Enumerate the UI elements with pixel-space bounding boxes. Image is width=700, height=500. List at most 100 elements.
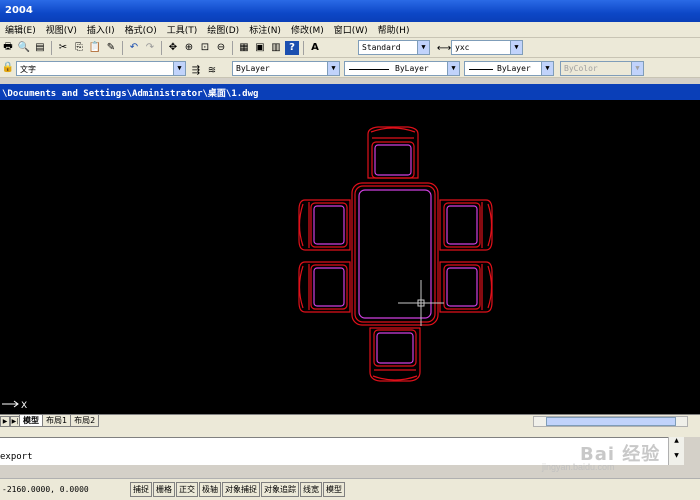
tab-model[interactable]: 模型 (19, 415, 43, 427)
scroll-up-icon[interactable]: ▲ (669, 437, 684, 444)
cut-icon[interactable]: ✂ (56, 41, 70, 55)
chevron-down-icon[interactable]: ▼ (417, 41, 429, 54)
chevron-down-icon[interactable]: ▼ (541, 62, 553, 75)
dim-style-value: yxc (455, 43, 470, 52)
coordinate-readout: -2160.0000, 0.0000 (2, 485, 89, 494)
make-current-layer-icon[interactable]: ⇶ (189, 63, 203, 77)
tab-prev-icon[interactable]: ▶ (0, 415, 10, 427)
text-style-select[interactable]: Standard ▼ (358, 40, 430, 55)
toolbar-separator (122, 40, 123, 55)
drawing-canvas[interactable]: X (0, 100, 700, 414)
match-properties-icon[interactable]: ✎ (104, 41, 118, 55)
lineweight-toggle[interactable]: 线宽 (300, 482, 322, 497)
command-window-header (0, 427, 700, 437)
ucs-icon (2, 400, 19, 408)
otrack-toggle[interactable]: 对象追踪 (261, 482, 299, 497)
toolbar-separator (303, 40, 304, 55)
toolbar-separator (232, 40, 233, 55)
plot-style-select: ByColor ▼ (560, 61, 644, 76)
menu-insert[interactable]: 插入(I) (82, 23, 120, 36)
chevron-down-icon: ▼ (631, 62, 643, 75)
tab-layout2[interactable]: 布局2 (70, 415, 100, 427)
chair-bottom (369, 327, 421, 382)
zoom-previous-icon[interactable]: ⊖ (214, 41, 228, 55)
table-outline (351, 182, 439, 326)
chair-left-lower (298, 261, 351, 313)
plot-style-value: ByColor (564, 64, 598, 73)
dim-style-icon[interactable]: ⟷ (437, 41, 451, 55)
print-icon[interactable]: 🖶 (1, 41, 15, 55)
ucs-x-label: X (21, 401, 27, 411)
chevron-down-icon[interactable]: ▼ (327, 62, 339, 75)
window-title: 2004 (5, 5, 33, 16)
chair-right-lower (439, 261, 493, 313)
copy-icon[interactable]: ⎘ (72, 41, 86, 55)
ortho-toggle[interactable]: 正交 (176, 482, 198, 497)
tool-palettes-icon[interactable]: ▥ (269, 41, 283, 55)
chair-left-upper (298, 199, 351, 251)
drawing-title-bar: \Documents and Settings\Administrator\桌面… (0, 84, 700, 100)
toolbar-separator (161, 40, 162, 55)
help-icon[interactable]: ? (285, 40, 299, 55)
polar-toggle[interactable]: 极轴 (199, 482, 221, 497)
text-style-value: Standard (362, 43, 401, 52)
drawing-path: \Documents and Settings\Administrator\桌面… (2, 89, 259, 99)
layer-select[interactable]: 文字 ▼ (16, 61, 186, 76)
linetype-value: ByLayer (395, 64, 429, 73)
menu-bar: 编辑(E) 视图(V) 插入(I) 格式(O) 工具(T) 绘图(D) 标注(N… (0, 22, 700, 38)
redo-icon[interactable]: ↷ (143, 41, 157, 55)
lineweight-select[interactable]: ByLayer ▼ (464, 61, 554, 76)
layout-tab-bar: ▶ ▶| 模型 布局1 布局2 (0, 414, 700, 427)
publish-icon[interactable]: ▤ (33, 41, 47, 55)
paste-icon[interactable]: 📋 (88, 41, 102, 55)
standard-toolbar: 🖶 🔍 ▤ ✂ ⎘ 📋 ✎ ↶ ↷ ✥ ⊕ ⊡ ⊖ ▦ ▣ ▥ ? A (0, 38, 700, 58)
menu-modify[interactable]: 修改(M) (286, 23, 329, 36)
zoom-realtime-icon[interactable]: ⊕ (182, 41, 196, 55)
linetype-sample (349, 69, 389, 70)
watermark-url: jingyan.baidu.com (542, 462, 615, 472)
command-line[interactable]: export (0, 437, 668, 465)
snap-toggle[interactable]: 捕捉 (130, 482, 152, 497)
command-scrollbar[interactable]: ▲ ▼ (668, 437, 684, 465)
layer-state-icon[interactable]: 🔒 (1, 61, 15, 75)
tab-layout1[interactable]: 布局1 (42, 415, 72, 427)
grid-toggle[interactable]: 栅格 (153, 482, 175, 497)
chevron-down-icon[interactable]: ▼ (447, 62, 459, 75)
properties-icon[interactable]: ▦ (237, 41, 251, 55)
dim-style-select[interactable]: yxc ▼ (451, 40, 523, 55)
chevron-down-icon[interactable]: ▼ (510, 41, 522, 54)
layer-value: 文字 (20, 65, 36, 74)
dining-set-drawing: X (2, 126, 493, 411)
menu-view[interactable]: 视图(V) (41, 23, 82, 36)
menu-draw[interactable]: 绘图(D) (202, 23, 244, 36)
menu-format[interactable]: 格式(O) (120, 23, 162, 36)
menu-window[interactable]: 窗口(W) (329, 23, 373, 36)
chair-right-upper (439, 199, 493, 251)
horizontal-scrollbar[interactable] (533, 416, 688, 427)
menu-edit[interactable]: 编辑(E) (0, 23, 41, 36)
menu-help[interactable]: 帮助(H) (373, 23, 415, 36)
lineweight-value: ByLayer (497, 64, 531, 73)
model-toggle[interactable]: 模型 (323, 482, 345, 497)
text-style-icon[interactable]: A (308, 41, 322, 55)
chair-top (367, 126, 419, 179)
status-bar: -2160.0000, 0.0000 捕捉 栅格 正交 极轴 对象捕捉 对象追踪… (0, 478, 700, 500)
pan-icon[interactable]: ✥ (166, 41, 180, 55)
color-select[interactable]: ByLayer ▼ (232, 61, 340, 76)
preview-icon[interactable]: 🔍 (17, 41, 31, 55)
menu-dimension[interactable]: 标注(N) (244, 23, 286, 36)
menu-tools[interactable]: 工具(T) (162, 23, 203, 36)
color-value: ByLayer (236, 64, 270, 73)
linetype-select[interactable]: ByLayer ▼ (344, 61, 460, 76)
scroll-down-icon[interactable]: ▼ (669, 452, 684, 459)
undo-icon[interactable]: ↶ (127, 41, 141, 55)
design-center-icon[interactable]: ▣ (253, 41, 267, 55)
autocad-window: 2004 编辑(E) 视图(V) 插入(I) 格式(O) 工具(T) 绘图(D)… (0, 0, 700, 500)
chevron-down-icon[interactable]: ▼ (173, 62, 185, 75)
zoom-window-icon[interactable]: ⊡ (198, 41, 212, 55)
command-text: export (0, 452, 33, 462)
lineweight-sample (469, 69, 493, 70)
osnap-toggle[interactable]: 对象捕捉 (222, 482, 260, 497)
layer-previous-icon[interactable]: ≋ (205, 63, 219, 77)
scrollbar-thumb[interactable] (546, 417, 676, 426)
